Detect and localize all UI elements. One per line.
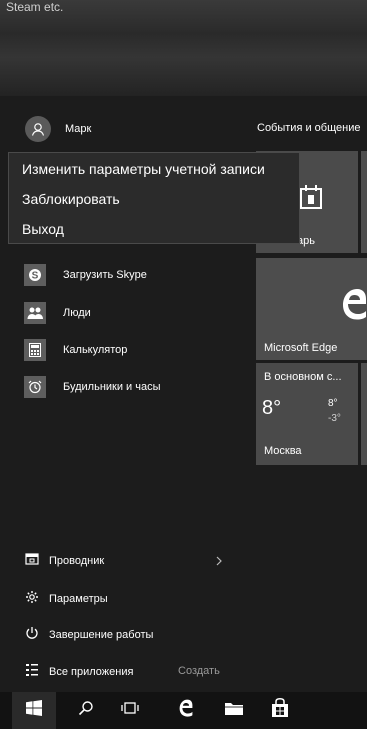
app-label: Калькулятор <box>63 344 128 356</box>
gear-icon <box>25 590 39 609</box>
tile-edge[interactable]: Microsoft Edge <box>256 258 367 360</box>
folder-icon <box>224 700 244 721</box>
task-view-button[interactable] <box>108 692 152 729</box>
app-calculator[interactable]: Калькулятор <box>24 339 127 361</box>
app-label: Будильники и часы <box>63 381 161 393</box>
search-icon <box>78 700 94 721</box>
nav-explorer[interactable]: Проводник <box>25 552 105 571</box>
weather-temperature: 8° <box>262 397 282 419</box>
skype-icon: S <box>24 264 46 286</box>
store-taskbar-button[interactable] <box>258 692 302 729</box>
taskbar <box>0 692 367 729</box>
nav-label: Завершение работы <box>49 629 154 641</box>
app-label: Люди <box>63 307 91 319</box>
create-tile-link[interactable]: Создать <box>178 665 220 677</box>
nav-label: Проводник <box>49 555 105 567</box>
file-explorer-taskbar-button[interactable] <box>212 692 256 729</box>
tiles-group-title: События и общение <box>257 122 361 134</box>
change-account-settings-item[interactable]: Изменить параметры учетной записи <box>22 161 265 177</box>
nav-all-apps[interactable]: Все приложения <box>25 663 134 682</box>
calculator-icon <box>24 339 46 361</box>
app-people[interactable]: Люди <box>24 302 91 324</box>
nav-label: Параметры <box>49 593 108 605</box>
svg-text:S: S <box>32 271 39 282</box>
tile-label: Microsoft Edge <box>264 342 338 354</box>
edge-logo-icon <box>342 286 367 327</box>
weather-low: -3° <box>328 413 341 424</box>
tile-weather[interactable]: В основном с... 8° 8° -3° Москва <box>256 363 358 465</box>
user-avatar-icon <box>25 116 51 142</box>
sign-out-item[interactable]: Выход <box>22 221 64 237</box>
file-explorer-icon <box>25 552 39 571</box>
nav-settings[interactable]: Параметры <box>25 590 108 609</box>
edge-taskbar-button[interactable] <box>164 692 208 729</box>
power-icon <box>25 626 39 645</box>
chevron-right-icon[interactable] <box>215 554 223 572</box>
task-view-icon <box>121 701 139 720</box>
user-account-button[interactable]: Марк <box>25 116 91 142</box>
weather-high: 8° <box>328 398 338 409</box>
windows-logo-icon <box>26 700 42 721</box>
start-button[interactable] <box>12 692 56 729</box>
user-name: Марк <box>65 123 92 135</box>
alarm-clock-icon <box>24 376 46 398</box>
weather-city: Москва <box>264 445 302 457</box>
app-label: Загрузить Skype <box>63 269 147 281</box>
calendar-icon <box>300 185 322 214</box>
all-apps-list-icon <box>25 663 39 682</box>
app-skype[interactable]: S Загрузить Skype <box>24 264 147 286</box>
weather-summary: В основном с... <box>264 371 342 383</box>
people-icon <box>24 302 46 324</box>
tile-partial-right[interactable] <box>361 151 367 253</box>
nav-label: Все приложения <box>49 666 134 678</box>
tile-partial-right-2[interactable] <box>361 363 367 465</box>
store-bag-icon <box>271 698 289 723</box>
nav-power[interactable]: Завершение работы <box>25 626 154 645</box>
search-button[interactable] <box>64 692 108 729</box>
user-context-menu: Изменить параметры учетной записи Заблок… <box>8 152 300 244</box>
desktop-label: Steam etc. <box>6 0 64 14</box>
edge-icon <box>176 698 196 723</box>
desktop-background: Steam etc. <box>0 0 367 96</box>
app-alarms-clock[interactable]: Будильники и часы <box>24 376 161 398</box>
lock-item[interactable]: Заблокировать <box>22 191 120 207</box>
